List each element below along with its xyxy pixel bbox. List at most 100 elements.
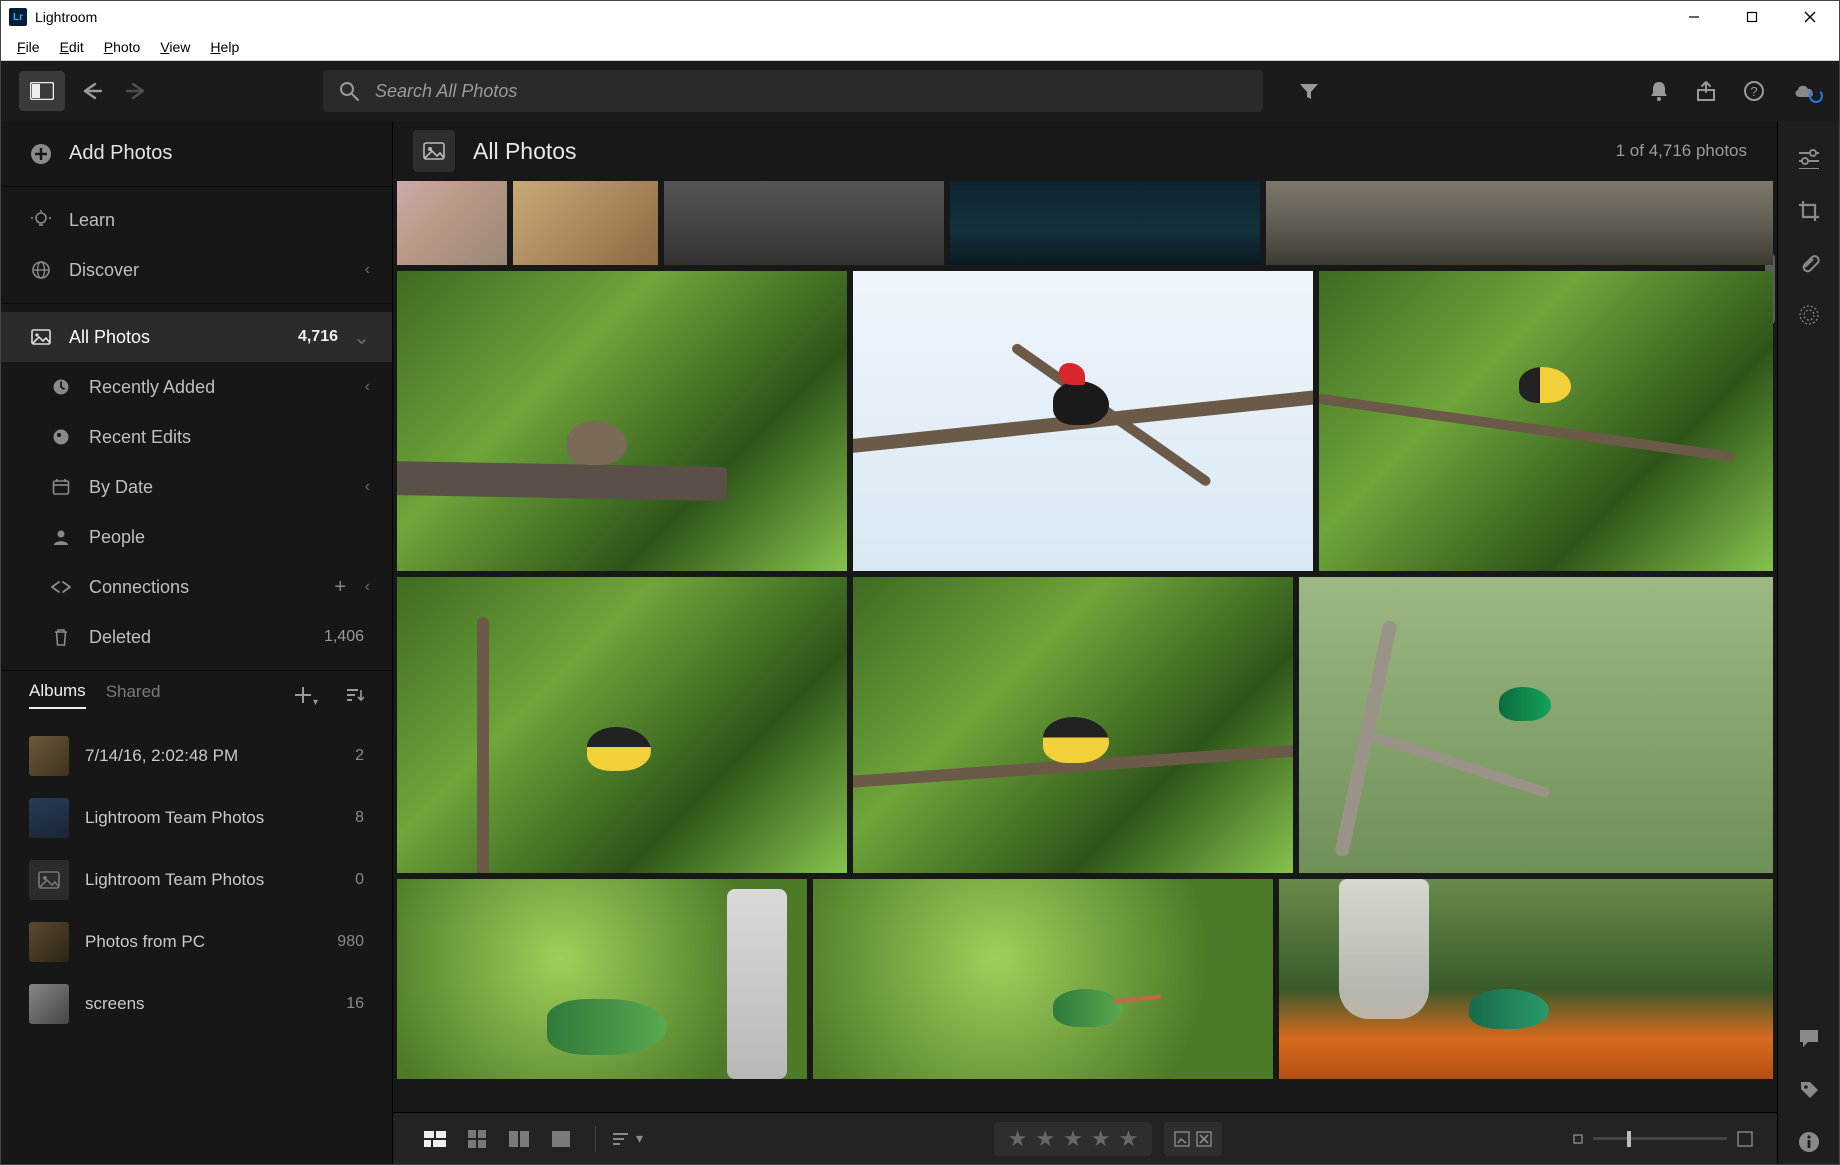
trash-icon xyxy=(49,628,73,646)
sidebar-learn[interactable]: Learn xyxy=(1,195,392,245)
sidebar-discover-label: Discover xyxy=(69,260,139,281)
photo-thumbnail[interactable] xyxy=(1299,577,1773,873)
album-item[interactable]: Lightroom Team Photos 8 xyxy=(1,787,392,849)
photo-thumbnail[interactable] xyxy=(853,577,1293,873)
menu-file[interactable]: File xyxy=(7,36,50,58)
info-panel-button[interactable] xyxy=(1787,1120,1831,1164)
masking-panel-button[interactable] xyxy=(1787,293,1831,337)
albums-tab[interactable]: Albums xyxy=(29,681,86,709)
menu-bar: File Edit Photo View Help xyxy=(1,33,1839,61)
photo-thumbnail[interactable] xyxy=(513,181,658,265)
edit-panel-button[interactable] xyxy=(1787,137,1831,181)
photo-thumbnail[interactable] xyxy=(1279,879,1773,1079)
rating-widget[interactable]: ★ ★ ★ ★ ★ xyxy=(994,1122,1153,1156)
shared-tab[interactable]: Shared xyxy=(106,682,161,708)
photo-thumbnail[interactable] xyxy=(950,181,1260,265)
share-button[interactable] xyxy=(1695,80,1717,102)
search-input[interactable] xyxy=(373,80,1247,103)
chevron-left-icon: ‹ xyxy=(365,578,370,596)
menu-photo[interactable]: Photo xyxy=(94,36,151,58)
flag-pick-icon[interactable] xyxy=(1174,1131,1190,1147)
photo-thumbnail[interactable] xyxy=(1319,271,1773,571)
sidebar-connections-label: Connections xyxy=(89,577,189,598)
cloud-sync-button[interactable] xyxy=(1791,81,1821,101)
view-photogrid-button[interactable] xyxy=(417,1124,453,1154)
add-photos-button[interactable]: Add Photos xyxy=(1,121,392,187)
slider-handle[interactable] xyxy=(1627,1131,1631,1147)
star-icon[interactable]: ★ xyxy=(1063,1126,1083,1152)
window-maximize-button[interactable] xyxy=(1723,1,1781,33)
star-icon[interactable]: ★ xyxy=(1119,1126,1139,1152)
album-item[interactable]: Lightroom Team Photos 0 xyxy=(1,849,392,911)
sidebar-recently-added[interactable]: Recently Added ‹ xyxy=(1,362,392,412)
sidebar-toggle-button[interactable] xyxy=(19,71,65,111)
right-rail xyxy=(1777,121,1839,1164)
photo-thumbnail[interactable] xyxy=(397,271,847,571)
menu-photo-label: Photo xyxy=(104,39,141,55)
photo-thumbnail[interactable] xyxy=(664,181,944,265)
window-minimize-button[interactable] xyxy=(1665,1,1723,33)
plus-icon[interactable]: + xyxy=(334,576,346,599)
album-sort-button[interactable] xyxy=(346,688,364,702)
sidebar-deleted[interactable]: Deleted 1,406 xyxy=(1,612,392,662)
album-item[interactable]: 7/14/16, 2:02:48 PM 2 xyxy=(1,725,392,787)
photo-thumbnail[interactable] xyxy=(397,879,807,1079)
healing-panel-button[interactable] xyxy=(1787,241,1831,285)
keywords-panel-button[interactable] xyxy=(1787,1068,1831,1112)
photo-thumbnail[interactable] xyxy=(813,879,1273,1079)
photo-thumbnail[interactable] xyxy=(853,271,1313,571)
sidebar-connections[interactable]: Connections + ‹ xyxy=(1,562,392,612)
flag-widget[interactable] xyxy=(1164,1122,1222,1156)
thumbnail-size-slider[interactable] xyxy=(1573,1131,1753,1147)
sidebar-all-photos-label: All Photos xyxy=(69,327,150,348)
album-item[interactable]: screens 16 xyxy=(1,973,392,1035)
view-detail-button[interactable] xyxy=(543,1124,579,1154)
sidebar-all-photos[interactable]: All Photos 4,716 ⌄ xyxy=(1,312,392,362)
filter-button[interactable] xyxy=(1291,82,1327,100)
help-button[interactable]: ? xyxy=(1743,80,1765,102)
album-item[interactable]: Photos from PC 980 xyxy=(1,911,392,973)
view-compare-button[interactable] xyxy=(501,1124,537,1154)
crop-panel-button[interactable] xyxy=(1787,189,1831,233)
chevron-down-icon[interactable]: ⌄ xyxy=(353,325,370,350)
app-logo-icon: Lr xyxy=(9,8,27,26)
star-icon[interactable]: ★ xyxy=(1091,1126,1111,1152)
album-thumbnail xyxy=(29,984,69,1024)
photo-thumbnail[interactable] xyxy=(397,181,507,265)
chevron-left-icon: ‹ xyxy=(365,378,370,396)
sidebar-by-date[interactable]: By Date ‹ xyxy=(1,462,392,512)
notifications-button[interactable] xyxy=(1649,80,1669,102)
zoom-small-icon xyxy=(1573,1134,1583,1144)
star-icon[interactable]: ★ xyxy=(1035,1126,1055,1152)
slider-track[interactable] xyxy=(1593,1137,1727,1140)
albums-list: 7/14/16, 2:02:48 PM 2 Lightroom Team Pho… xyxy=(1,719,392,1164)
album-count: 2 xyxy=(355,747,364,765)
comments-panel-button[interactable] xyxy=(1787,1016,1831,1060)
sidebar-recently-added-label: Recently Added xyxy=(89,377,215,398)
add-album-button[interactable]: ▾ xyxy=(294,686,312,704)
star-icon[interactable]: ★ xyxy=(1008,1126,1028,1152)
album-thumbnail xyxy=(29,860,69,900)
view-type-button[interactable] xyxy=(413,130,455,172)
sidebar-people[interactable]: People xyxy=(1,512,392,562)
photo-grid[interactable] xyxy=(393,181,1777,1112)
photo-thumbnail[interactable] xyxy=(1266,181,1773,265)
album-count: 16 xyxy=(346,995,364,1013)
search-bar[interactable] xyxy=(323,70,1263,112)
window-close-button[interactable] xyxy=(1781,1,1839,33)
nav-back-button[interactable] xyxy=(75,82,109,100)
flag-reject-icon[interactable] xyxy=(1196,1131,1212,1147)
sort-button[interactable]: ▾ xyxy=(612,1130,643,1147)
recent-edits-icon xyxy=(49,428,73,446)
sidebar-deleted-label: Deleted xyxy=(89,627,151,648)
menu-help[interactable]: Help xyxy=(200,36,249,58)
menu-edit[interactable]: Edit xyxy=(50,36,94,58)
sidebar-recent-edits[interactable]: Recent Edits xyxy=(1,412,392,462)
menu-view[interactable]: View xyxy=(150,36,200,58)
photo-thumbnail[interactable] xyxy=(397,577,847,873)
sidebar-discover[interactable]: Discover ‹ xyxy=(1,245,392,295)
nav-forward-button[interactable] xyxy=(119,82,153,100)
album-count: 8 xyxy=(355,809,364,827)
sidebar-by-date-label: By Date xyxy=(89,477,153,498)
view-squaregrid-button[interactable] xyxy=(459,1124,495,1154)
